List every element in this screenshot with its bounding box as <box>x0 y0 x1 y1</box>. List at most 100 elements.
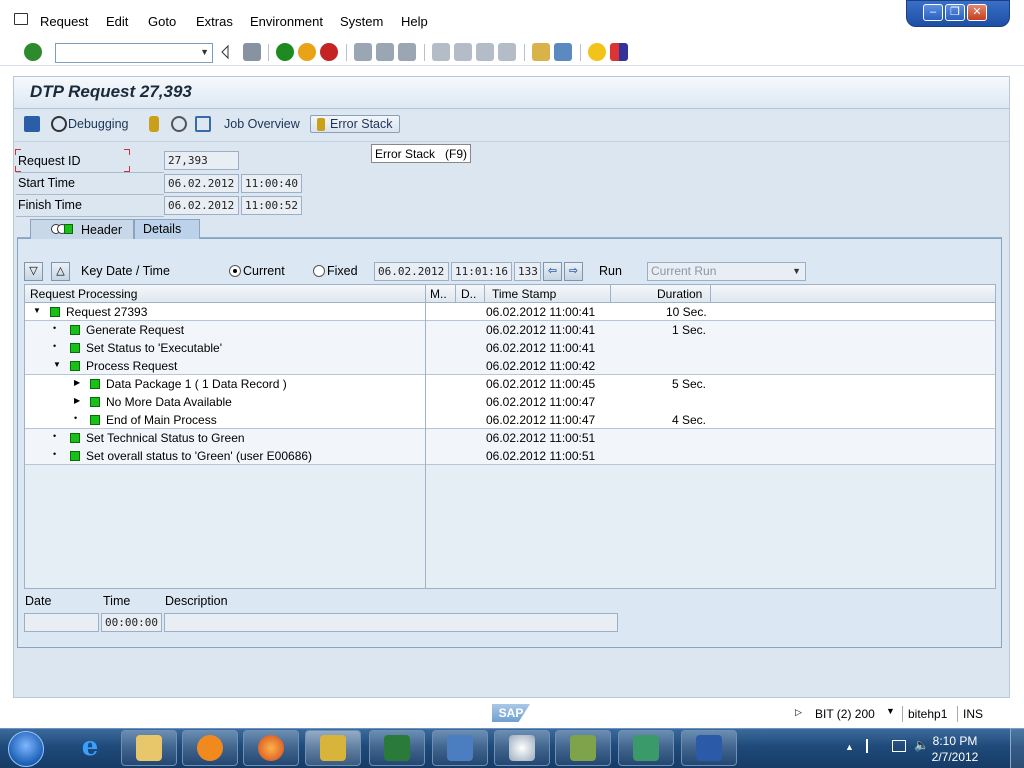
tab-details[interactable]: Details <box>134 219 200 239</box>
database-icon[interactable] <box>149 116 159 132</box>
show-desktop-button[interactable] <box>1010 728 1024 768</box>
tree-row[interactable]: • Set overall status to 'Green' (user E0… <box>25 447 995 465</box>
clock[interactable]: 8:10 PM 2/7/2012 <box>930 733 980 765</box>
arrow-right-icon[interactable]: ⇨ <box>564 262 583 281</box>
menu-system[interactable]: System <box>340 14 383 29</box>
counter-field[interactable]: 133 <box>514 262 541 281</box>
help-icon[interactable] <box>588 43 606 61</box>
collapsed-triangle-icon[interactable]: ▶ <box>74 378 80 387</box>
menu-environment[interactable]: Environment <box>250 14 323 29</box>
log-time-field[interactable]: 00:00:00 <box>101 613 162 632</box>
col-d[interactable]: D.. <box>461 287 476 301</box>
taskbar-paint[interactable] <box>494 730 550 766</box>
exit-icon[interactable] <box>298 43 316 61</box>
key-date-field[interactable]: 06.02.2012 <box>374 262 449 281</box>
menu-request[interactable]: Request <box>40 14 88 29</box>
tab-header[interactable]: Header <box>30 219 134 239</box>
taskbar-media-player[interactable] <box>182 730 238 766</box>
start-button[interactable] <box>8 731 44 767</box>
system-info[interactable]: BIT (2) 200 <box>815 707 875 721</box>
tree-row[interactable]: • End of Main Process 06.02.2012 11:00:4… <box>25 411 995 429</box>
debug-clock-icon[interactable] <box>51 116 67 132</box>
log-description-field[interactable] <box>164 613 618 632</box>
col-duration[interactable]: Duration <box>657 287 702 301</box>
create-session-icon[interactable] <box>532 43 550 61</box>
finish-date-field[interactable]: 06.02.2012 <box>164 196 239 215</box>
tree-row[interactable]: • Generate Request 06.02.2012 11:00:41 1… <box>25 321 995 339</box>
col-m[interactable]: M.. <box>430 287 447 301</box>
cancel-icon[interactable] <box>320 43 338 61</box>
find-next-icon[interactable] <box>398 43 416 61</box>
tree-row[interactable]: • Set Status to 'Executable' 06.02.2012 … <box>25 339 995 357</box>
col-request-processing[interactable]: Request Processing <box>30 287 137 301</box>
log-date-field[interactable] <box>24 613 99 632</box>
flag-icon[interactable] <box>866 739 880 753</box>
taskbar-app[interactable] <box>618 730 674 766</box>
expand-all-icon[interactable]: ▽ <box>24 262 43 281</box>
tree-row[interactable]: ▶ Data Package 1 ( 1 Data Record ) 06.02… <box>25 375 995 393</box>
expanded-triangle-icon[interactable]: ▼ <box>33 306 41 315</box>
find-icon[interactable] <box>376 43 394 61</box>
taskbar-excel[interactable] <box>369 730 425 766</box>
arrow-left-icon[interactable]: ⇦ <box>543 262 562 281</box>
menu-edit[interactable]: Edit <box>106 14 128 29</box>
minimize-button[interactable]: – <box>923 4 943 21</box>
taskbar-explorer[interactable] <box>121 730 177 766</box>
next-page-icon[interactable] <box>476 43 494 61</box>
print-icon[interactable] <box>354 43 372 61</box>
menu-extras[interactable]: Extras <box>196 14 233 29</box>
taskbar-sap-logon[interactable] <box>305 730 361 766</box>
restore-button[interactable]: ❐ <box>945 4 965 21</box>
close-button[interactable]: ✕ <box>967 4 987 21</box>
expand-status-icon[interactable]: ▷ <box>795 707 802 718</box>
start-date-field[interactable]: 06.02.2012 <box>164 174 239 193</box>
previous-page-icon[interactable] <box>454 43 472 61</box>
taskbar-word[interactable] <box>681 730 737 766</box>
expanded-triangle-icon[interactable]: ▼ <box>53 360 61 369</box>
fixed-radio[interactable] <box>313 265 325 277</box>
back-arrow-icon[interactable] <box>220 43 230 61</box>
collapse-all-icon[interactable]: △ <box>51 262 70 281</box>
run-select[interactable]: Current Run ▼ <box>647 262 806 281</box>
chevron-down-icon[interactable]: ▼ <box>886 706 895 716</box>
current-radio[interactable] <box>229 265 241 277</box>
tree-row[interactable]: • Set Technical Status to Green 06.02.20… <box>25 429 995 447</box>
save-icon[interactable] <box>243 43 261 61</box>
col-time-stamp[interactable]: Time Stamp <box>492 287 556 301</box>
start-time-label: Start Time <box>18 176 75 190</box>
collapsed-triangle-icon[interactable]: ▶ <box>74 396 80 405</box>
check-icon[interactable] <box>171 116 187 132</box>
system-menu-icon[interactable] <box>14 13 28 25</box>
debugging-button[interactable]: Debugging <box>68 117 128 131</box>
refresh-icon[interactable] <box>24 116 40 132</box>
internet-explorer-icon[interactable]: e <box>76 733 104 761</box>
back-icon[interactable] <box>276 43 294 61</box>
taskbar-network[interactable] <box>432 730 488 766</box>
last-page-icon[interactable] <box>498 43 516 61</box>
tree-row[interactable]: ▶ No More Data Available 06.02.2012 11:0… <box>25 393 995 411</box>
menu-help[interactable]: Help <box>401 14 428 29</box>
network-icon[interactable] <box>195 116 211 132</box>
network-tray-icon[interactable] <box>892 740 906 752</box>
layout-menu-icon[interactable] <box>610 43 628 61</box>
enter-icon[interactable] <box>24 43 42 61</box>
job-overview-button[interactable]: Job Overview <box>224 117 300 131</box>
shortcut-icon[interactable] <box>554 43 572 61</box>
chevron-down-icon[interactable]: ▼ <box>200 47 209 57</box>
finish-time-field[interactable]: 11:00:52 <box>241 196 302 215</box>
error-stack-button[interactable]: Error Stack <box>310 115 400 134</box>
taskbar-firefox[interactable] <box>243 730 299 766</box>
request-id-field[interactable]: 27,393 <box>164 151 239 170</box>
tree-row[interactable]: ▼ Process Request 06.02.2012 11:00:42 <box>25 357 995 375</box>
tree-row[interactable]: ▼ Request 27393 06.02.2012 11:00:41 10 S… <box>25 303 995 321</box>
chevron-down-icon[interactable]: ▼ <box>792 263 801 280</box>
key-time-field[interactable]: 11:01:16 <box>451 262 512 281</box>
command-field[interactable]: ▼ <box>55 43 213 63</box>
first-page-icon[interactable] <box>432 43 450 61</box>
taskbar-project[interactable] <box>555 730 611 766</box>
menu-goto[interactable]: Goto <box>148 14 176 29</box>
database-icon <box>317 118 325 132</box>
volume-icon[interactable]: 🔈 <box>914 738 929 752</box>
start-time-field[interactable]: 11:00:40 <box>241 174 302 193</box>
tray-expand-icon[interactable]: ▲ <box>845 742 854 752</box>
